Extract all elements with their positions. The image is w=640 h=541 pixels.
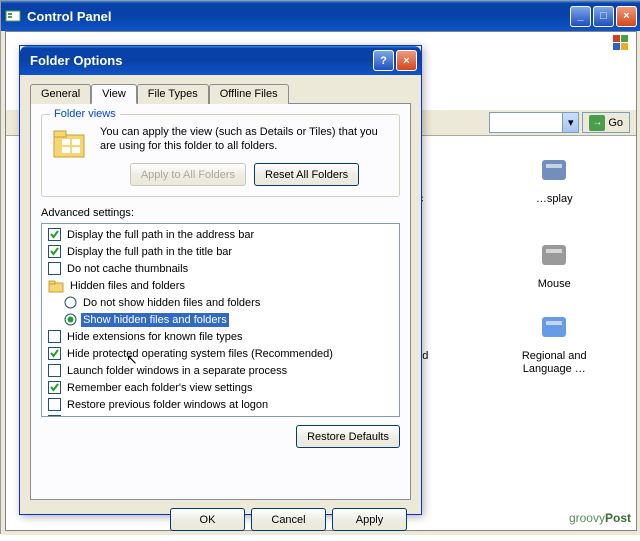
checkbox-icon — [48, 228, 61, 241]
tree-item-label: Hidden files and folders — [68, 279, 187, 293]
tree-item[interactable]: Show hidden files and folders — [44, 311, 397, 328]
checkbox-icon — [48, 381, 61, 394]
maximize-button[interactable]: □ — [593, 6, 614, 27]
minimize-button[interactable]: _ — [570, 6, 591, 27]
tree-item[interactable]: Display the full path in the address bar — [44, 226, 397, 243]
cp-item-regional-and-language[interactable]: Regional and Language … — [513, 307, 595, 380]
advanced-settings-label: Advanced settings: — [41, 207, 400, 219]
control-panel-icon — [5, 8, 21, 24]
tree-item-label: Restore previous folder windows at logon — [65, 398, 270, 412]
help-button[interactable]: ? — [373, 50, 394, 71]
tree-item-label: Remember each folder's view settings — [65, 381, 255, 395]
apply-button[interactable]: Apply — [332, 508, 407, 531]
radio-icon — [64, 296, 77, 309]
checkbox-icon — [48, 330, 61, 343]
cp-item-icon — [538, 311, 570, 343]
cp-item-label: …splay — [517, 193, 591, 206]
folder-views-legend: Folder views — [50, 108, 120, 120]
tab-strip: GeneralViewFile TypesOffline Files — [30, 83, 421, 103]
cp-item-splay[interactable]: …splay — [513, 150, 595, 223]
folder-views-group: Folder views You can apply the view (suc… — [41, 114, 400, 197]
checkbox-icon — [48, 347, 61, 360]
folder-views-text: You can apply the view (such as Details … — [100, 125, 389, 153]
ok-button[interactable]: OK — [170, 508, 245, 531]
radio-icon — [64, 313, 77, 326]
checkbox-icon — [48, 415, 61, 417]
address-dropdown-icon[interactable]: ▾ — [562, 113, 578, 132]
tree-item[interactable]: Hide extensions for known file types — [44, 328, 397, 345]
apply-all-folders-button: Apply to All Folders — [130, 163, 246, 186]
close-button[interactable]: × — [616, 6, 637, 27]
footer-watermark: groovyPost — [569, 511, 631, 525]
folder-options-dialog: Folder Options ? × GeneralViewFile Types… — [19, 45, 422, 515]
checkbox-icon — [48, 245, 61, 258]
dialog-title: Folder Options — [30, 53, 373, 68]
tab-panel-view: Folder views You can apply the view (suc… — [30, 103, 411, 500]
advanced-settings-tree[interactable]: Display the full path in the address bar… — [41, 223, 400, 417]
cp-item-label: Regional and Language … — [517, 350, 591, 376]
dialog-titlebar[interactable]: Folder Options ? × — [20, 46, 421, 75]
dialog-close-button[interactable]: × — [396, 50, 417, 71]
cp-item-icon — [538, 239, 570, 271]
tab-file-types[interactable]: File Types — [137, 84, 209, 104]
tab-offline-files[interactable]: Offline Files — [209, 84, 289, 104]
checkbox-icon — [48, 262, 61, 275]
tree-item[interactable]: Remember each folder's view settings — [44, 379, 397, 396]
cp-item-mouse[interactable]: Mouse — [513, 235, 595, 295]
go-arrow-icon: → — [589, 115, 605, 131]
go-button[interactable]: → Go — [582, 112, 630, 133]
tree-item[interactable]: Hidden files and folders — [44, 277, 397, 294]
tree-item[interactable]: Show Control Panel in My Computer — [44, 413, 397, 417]
tree-item[interactable]: Do not cache thumbnails — [44, 260, 397, 277]
folder-icon — [48, 278, 64, 294]
reset-all-folders-button[interactable]: Reset All Folders — [254, 163, 359, 186]
tree-item-label: Hide protected operating system files (R… — [65, 347, 335, 361]
cp-item-label: Mouse — [517, 278, 591, 291]
tree-item[interactable]: Display the full path in the title bar — [44, 243, 397, 260]
tree-item-label: Do not cache thumbnails — [65, 262, 190, 276]
checkbox-icon — [48, 398, 61, 411]
main-window-title: Control Panel — [27, 9, 570, 24]
tree-item[interactable]: Launch folder windows in a separate proc… — [44, 362, 397, 379]
cp-item-icon — [538, 154, 570, 186]
restore-defaults-button[interactable]: Restore Defaults — [296, 425, 400, 448]
tree-item-label: Launch folder windows in a separate proc… — [65, 364, 289, 378]
tree-item-label: Show hidden files and folders — [81, 313, 229, 327]
windows-flag-icon — [610, 32, 632, 54]
tree-item-label: Display the full path in the address bar — [65, 228, 256, 242]
cancel-button[interactable]: Cancel — [251, 508, 326, 531]
tab-general[interactable]: General — [30, 84, 91, 104]
tree-item-label: Display the full path in the title bar — [65, 245, 234, 259]
tree-item-label: Show Control Panel in My Computer — [65, 415, 247, 418]
main-titlebar[interactable]: Control Panel _ □ × — [1, 1, 640, 31]
tree-item-label: Do not show hidden files and folders — [81, 296, 262, 310]
checkbox-icon — [48, 364, 61, 377]
go-label: Go — [608, 117, 623, 129]
tree-item[interactable]: Hide protected operating system files (R… — [44, 345, 397, 362]
tree-item-label: Hide extensions for known file types — [65, 330, 244, 344]
tree-item[interactable]: Do not show hidden files and folders — [44, 294, 397, 311]
tab-view[interactable]: View — [91, 84, 137, 104]
address-field[interactable]: ▾ — [489, 112, 579, 133]
folder-views-icon — [52, 125, 90, 163]
tree-item[interactable]: Restore previous folder windows at logon — [44, 396, 397, 413]
